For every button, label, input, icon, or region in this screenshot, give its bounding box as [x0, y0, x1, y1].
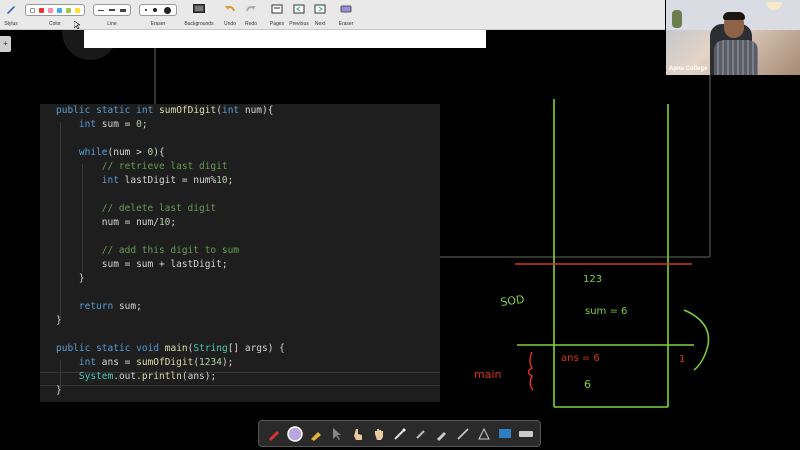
dock-screen-tool[interactable]: [497, 426, 513, 442]
tool-dock: [258, 420, 541, 447]
red-pen-icon: [268, 430, 279, 441]
dock-pointer-hand[interactable]: [350, 426, 366, 442]
dock-line-tool[interactable]: [455, 426, 471, 442]
output-one: 1: [679, 354, 685, 365]
dock-laser-tool[interactable]: [392, 426, 408, 442]
highlighter-icon: [310, 431, 321, 441]
dock-highlighter-tool[interactable]: [308, 426, 324, 442]
dock-pan-tool[interactable]: [371, 426, 387, 442]
wand-icon: [415, 429, 425, 439]
keyboard-icon: [518, 430, 533, 437]
dock-shape-tool[interactable]: [476, 426, 492, 442]
marker-icon: [436, 431, 446, 441]
shape-icon: [477, 427, 490, 439]
result-six: 6: [584, 378, 591, 391]
dock-marker-tool[interactable]: [434, 426, 450, 442]
magic-wand-icon: [393, 428, 405, 440]
sod-frame-label: SOD: [500, 293, 526, 309]
whiteboard-ink-layer: 123 SOD sum = 6 main ans = 6 6 1: [154, 48, 711, 408]
stack-top-value: 123: [583, 274, 602, 285]
dock-spotlight-tool[interactable]: [413, 426, 429, 442]
sum-value: sum = 6: [585, 306, 627, 317]
main-brace: [527, 351, 534, 391]
color-wheel-icon: [286, 425, 303, 442]
line-icon: [456, 427, 469, 440]
arrow-cursor-icon: [332, 427, 341, 440]
dock-color-picker[interactable]: [286, 425, 303, 442]
main-frame-label: main: [474, 368, 502, 381]
hand-icon: [374, 428, 383, 440]
dock-pen-tool[interactable]: [266, 426, 282, 442]
ans-value: ans = 6: [561, 353, 600, 364]
dock-keyboard-tool[interactable]: [518, 426, 534, 442]
screen-icon: [498, 428, 511, 438]
return-arrow: [683, 309, 710, 371]
pointing-hand-icon: [353, 428, 362, 440]
dock-select-tool[interactable]: [329, 426, 345, 442]
